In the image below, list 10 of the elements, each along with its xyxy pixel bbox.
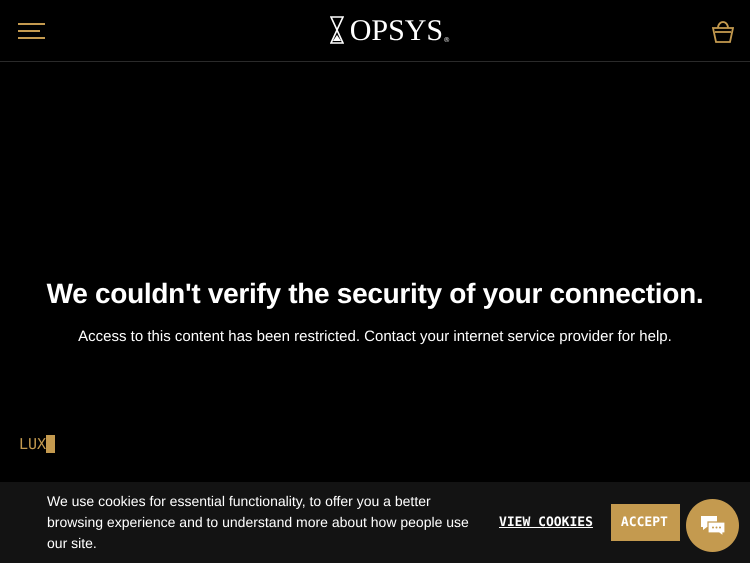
error-heading: We couldn't verify the security of your connection. (46, 278, 704, 310)
chat-icon (698, 514, 726, 538)
cookie-message: We use cookies for essential functionality, to offer you a better browsing experience and to understand more about how people use our site. (47, 492, 470, 553)
ticker-text: LUX (19, 435, 46, 453)
menu-icon[interactable] (18, 22, 45, 38)
error-message: Access to this content has been restricted. Contact your internet service provider for help. (78, 328, 672, 345)
text-cursor (46, 435, 56, 453)
view-cookies-link[interactable]: VIEW COOKIES (499, 515, 593, 530)
basket-icon[interactable] (712, 18, 734, 42)
brand-logo[interactable]: OPSYS (350, 16, 444, 46)
